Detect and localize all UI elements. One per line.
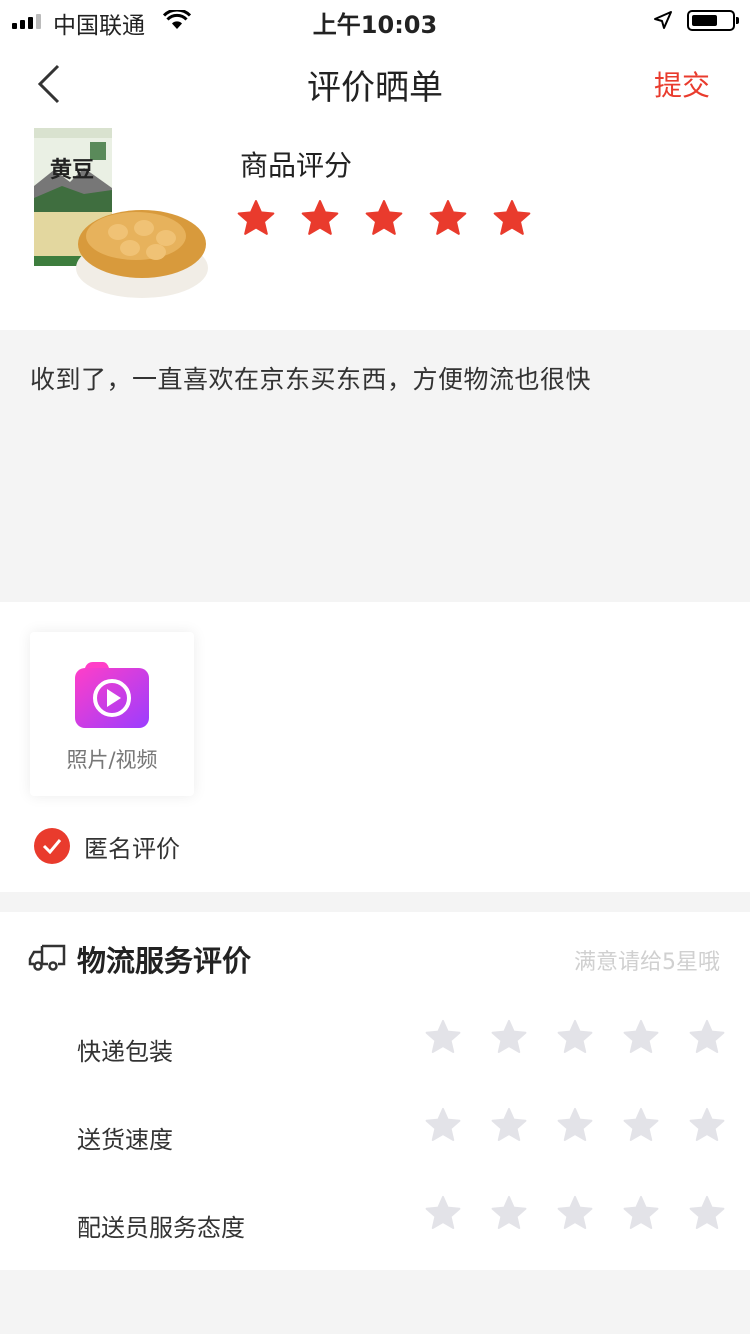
photo-video-upload-button[interactable]: 照片/视频 — [30, 632, 194, 796]
product-rating-title: 商品评分 — [240, 149, 353, 182]
star-icon[interactable] — [490, 1194, 528, 1232]
status-time: 上午10:03 — [312, 11, 438, 39]
location-arrow-icon — [654, 11, 672, 29]
anonymous-label: 匿名评价 — [84, 834, 180, 863]
row-label: 快递包装 — [77, 1038, 173, 1066]
logistics-rating-section: 物流服务评价 满意请给5星哦 快递包装 送货速度 配送员服务态度 — [0, 912, 750, 1270]
star-icon[interactable] — [556, 1018, 594, 1056]
camera-video-icon — [75, 662, 149, 728]
logistics-row-courier: 配送员服务态度 — [0, 1194, 750, 1254]
product-rating-section: 黄豆 商品评分 — [0, 128, 750, 330]
comment-text[interactable]: 收到了，一直喜欢在京东买东西，方便物流也很快 — [30, 360, 591, 396]
upload-label: 照片/视频 — [66, 748, 158, 772]
star-icon[interactable] — [556, 1194, 594, 1232]
submit-button[interactable]: 提交 — [654, 64, 710, 104]
row-label: 送货速度 — [77, 1126, 173, 1154]
logistics-title: 物流服务评价 — [77, 944, 252, 978]
row-label: 配送员服务态度 — [77, 1214, 245, 1242]
check-circle-icon[interactable] — [34, 828, 70, 864]
star-icon[interactable] — [688, 1194, 726, 1232]
star-icon[interactable] — [428, 198, 468, 238]
logistics-row-packaging: 快递包装 — [0, 1018, 750, 1078]
anonymous-toggle[interactable]: 匿名评价 — [34, 828, 180, 864]
page-title: 评价晒单 — [307, 68, 443, 108]
star-icon[interactable] — [424, 1194, 462, 1232]
star-icon[interactable] — [492, 198, 532, 238]
star-icon[interactable] — [490, 1106, 528, 1144]
star-icon[interactable] — [688, 1018, 726, 1056]
nav-bar: 评价晒单 提交 — [0, 40, 750, 128]
star-icon[interactable] — [622, 1106, 660, 1144]
star-icon[interactable] — [424, 1018, 462, 1056]
star-icon[interactable] — [490, 1018, 528, 1056]
logistics-hint: 满意请给5星哦 — [574, 950, 720, 975]
package-label: 黄豆 — [50, 157, 95, 183]
media-section: 照片/视频 匿名评价 — [0, 602, 750, 892]
star-icon[interactable] — [300, 198, 340, 238]
speed-star-rating[interactable] — [424, 1106, 726, 1144]
packaging-star-rating[interactable] — [424, 1018, 726, 1056]
truck-icon — [28, 944, 66, 971]
star-icon[interactable] — [622, 1018, 660, 1056]
star-icon[interactable] — [236, 198, 276, 238]
star-icon[interactable] — [364, 198, 404, 238]
logistics-row-speed: 送货速度 — [0, 1106, 750, 1166]
product-star-rating[interactable] — [236, 198, 532, 238]
star-icon[interactable] — [688, 1106, 726, 1144]
star-icon[interactable] — [622, 1194, 660, 1232]
star-icon[interactable] — [424, 1106, 462, 1144]
courier-star-rating[interactable] — [424, 1194, 726, 1232]
status-bar: 中国联通 上午10:03 — [0, 0, 750, 40]
battery-icon — [687, 10, 739, 31]
comment-area[interactable]: 收到了，一直喜欢在京东买东西，方便物流也很快 — [0, 332, 750, 602]
star-icon[interactable] — [556, 1106, 594, 1144]
